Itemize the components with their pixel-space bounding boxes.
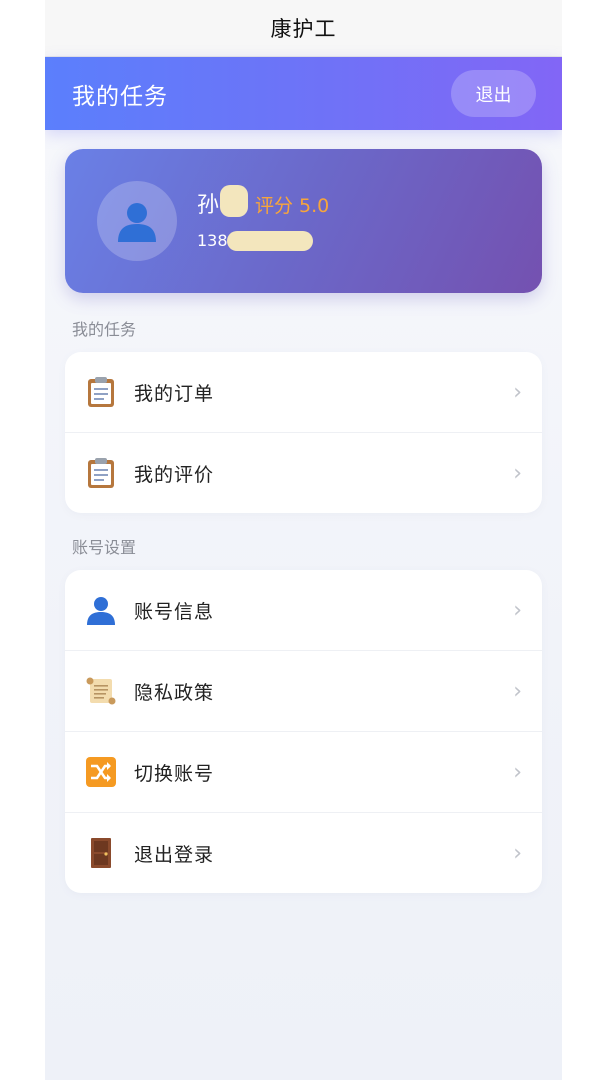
user-avatar-icon xyxy=(118,203,156,242)
page-header: 我的任务 退出 xyxy=(45,57,562,130)
chevron-right-icon: › xyxy=(513,597,522,623)
logout-button[interactable]: 退出 xyxy=(451,70,536,117)
profile-phone: 138 xyxy=(197,231,228,250)
chevron-right-icon: › xyxy=(513,840,522,866)
account-menu: 账号信息 › 隐私政策 › 切换账号 › 退出登录 › xyxy=(65,570,542,893)
navigation-bar: 康护工 xyxy=(45,0,562,57)
menu-item-label: 退出登录 xyxy=(134,843,215,866)
chevron-right-icon: › xyxy=(513,759,522,785)
tasks-menu: 我的订单 › 我的评价 › xyxy=(65,352,542,513)
menu-item-my-reviews[interactable]: 我的评价 › xyxy=(65,432,542,513)
chevron-right-icon: › xyxy=(513,678,522,704)
phone-redaction xyxy=(227,231,313,251)
menu-item-label: 切换账号 xyxy=(134,762,215,785)
page-title: 我的任务 xyxy=(72,84,168,110)
app-screen: 康护工 我的任务 退出 孙 评分 5.0 138 我的任务 我的订单 › 我的评… xyxy=(45,0,562,1080)
app-title: 康护工 xyxy=(270,17,337,41)
menu-item-label: 隐私政策 xyxy=(134,681,215,704)
menu-item-label: 我的评价 xyxy=(134,463,215,486)
user-icon xyxy=(85,594,117,626)
chevron-right-icon: › xyxy=(513,379,522,405)
menu-item-label: 我的订单 xyxy=(134,382,215,405)
profile-rating: 评分 5.0 xyxy=(255,195,330,217)
menu-item-privacy-policy[interactable]: 隐私政策 › xyxy=(65,650,542,731)
menu-item-my-orders[interactable]: 我的订单 › xyxy=(65,352,542,432)
avatar xyxy=(97,181,177,261)
name-redaction xyxy=(220,185,248,217)
menu-item-sign-out[interactable]: 退出登录 › xyxy=(65,812,542,893)
section-label-tasks: 我的任务 xyxy=(72,320,137,339)
door-icon xyxy=(85,837,117,869)
scroll-icon xyxy=(85,675,117,707)
shuffle-icon xyxy=(85,756,117,788)
section-label-account: 账号设置 xyxy=(72,538,137,557)
menu-item-switch-account[interactable]: 切换账号 › xyxy=(65,731,542,812)
profile-card: 孙 评分 5.0 138 xyxy=(65,149,542,293)
menu-item-account-info[interactable]: 账号信息 › xyxy=(65,570,542,650)
chevron-right-icon: › xyxy=(513,460,522,486)
clipboard-icon xyxy=(85,457,117,489)
clipboard-icon xyxy=(85,376,117,408)
profile-name: 孙 xyxy=(197,193,220,218)
menu-item-label: 账号信息 xyxy=(134,600,215,623)
